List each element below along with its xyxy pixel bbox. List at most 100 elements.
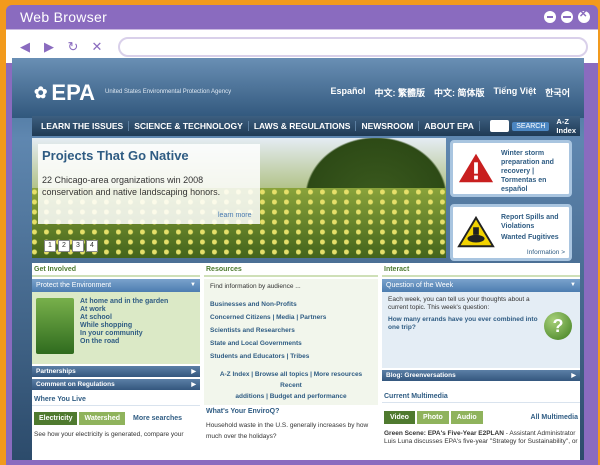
alert-link[interactable]: Winter storm preparation and recovery | [501,149,571,176]
resources-panel: Find information by audience ... Busines… [204,279,378,405]
section-heading: Where You Live [32,390,200,406]
search-button[interactable]: SEARCH [512,121,550,131]
pager-button[interactable]: 4 [86,240,98,252]
multimedia-tabs: Video Photo Audio All Multimedia [382,411,580,424]
more-searches-link[interactable]: More searches [133,415,182,422]
panel-title: Question of the Week [386,282,454,289]
list-item[interactable]: At home and in the garden [80,298,168,306]
close-button[interactable] [578,9,590,23]
main-menu: LEARN THE ISSUES SCIENCE & TECHNOLOGY LA… [32,116,580,136]
caption-title[interactable]: Green Scene: EPA's Five-Year E2PLAN [384,430,504,437]
list-item[interactable]: Businesses and Non-Profits [210,298,372,311]
menu-science-tech[interactable]: SCIENCE & TECHNOLOGY [129,121,249,131]
maximize-button[interactable] [561,11,573,23]
tab-electricity[interactable]: Electricity [34,412,78,425]
back-icon[interactable]: ◀ [16,38,34,56]
forward-icon[interactable]: ▶ [40,38,58,56]
panel-header[interactable]: Protect the Environment ▼ [32,279,200,292]
alert-link[interactable]: Wanted Fugitives [501,233,571,242]
epa-logo[interactable]: ✿ EPA [34,80,95,106]
chevron-right-icon: ▶ [571,373,576,379]
list-item[interactable]: Scientists and Researchers [210,324,372,337]
tab-audio[interactable]: Audio [450,411,483,424]
title-bar: Web Browser [6,5,598,29]
pager-button[interactable]: 3 [72,240,84,252]
lang-link[interactable]: 中文: 简体版 [434,86,485,99]
partnerships-bar[interactable]: Partnerships ▶ [32,366,200,377]
question-intro: Each week, you can tell us your thoughts… [388,296,530,311]
list-item[interactable]: On the road [80,338,168,346]
menu-laws-regs[interactable]: LAWS & REGULATIONS [249,121,357,131]
list-item[interactable]: Students and Educators | Tribes [210,350,372,363]
lang-link[interactable]: 한국어 [545,86,570,99]
list-item[interactable]: In your community [80,330,168,338]
hero-title[interactable]: Projects That Go Native [42,148,189,163]
chevron-right-icon: ▶ [191,369,196,375]
alert-text: Winter storm preparation and recovery | … [501,149,571,194]
chevron-down-icon: ▼ [190,282,196,288]
list-item[interactable]: At work [80,306,168,314]
question-mark-icon: ? [544,312,572,340]
audience-prompt: Find information by audience ... [210,283,301,290]
chevron-down-icon: ▼ [570,282,576,288]
comment-regulations-bar[interactable]: Comment on Regulations ▶ [32,379,200,390]
pager-button[interactable]: 1 [44,240,56,252]
hazard-icon [457,215,495,248]
alert-link[interactable]: Report Spills and Violations [501,213,571,231]
agency-name: United States Environmental Protection A… [105,89,232,95]
content-area: Get Involved Protect the Environment ▼ At… [32,263,580,460]
list-item[interactable]: State and Local Governments [210,337,372,350]
window-title: Web Browser [20,9,108,25]
site-search-input[interactable] [489,120,510,132]
footer-links[interactable]: additions | Budget and performance [210,391,372,402]
section-heading: Resources [204,263,378,277]
list-item[interactable]: While shopping [80,322,168,330]
where-you-live-tabs: Electricity Watershed More searches [32,412,200,425]
panel-header[interactable]: Question of the Week ▼ [382,279,580,292]
report-spills-alert[interactable]: Report Spills and Violations Wanted Fugi… [450,204,572,261]
information-link[interactable]: Information > [527,249,565,256]
bar-label: Comment on Regulations [36,381,115,388]
chevron-right-icon: ▶ [191,382,196,388]
list-item[interactable]: At school [80,314,168,322]
language-links: Español 中文: 繁體版 中文: 简体版 Tiếng Việt 한국어 [330,86,570,99]
question-link[interactable]: How many errands have you ever combined … [388,316,538,332]
lang-link[interactable]: Español [330,86,365,99]
lang-link[interactable]: Tiếng Việt [493,86,536,99]
stop-icon[interactable]: ✕ [88,38,106,56]
blog-bar[interactable]: Blog: Greenversations ▶ [382,370,580,381]
menu-learn-issues[interactable]: LEARN THE ISSUES [36,121,130,131]
enviroq-question: Household waste in the U.S. generally in… [206,422,369,440]
pager-button[interactable]: 2 [58,240,70,252]
alert-link[interactable]: Tormentas en español [501,176,571,194]
epa-flower-icon: ✿ [34,85,48,102]
all-multimedia-link[interactable]: All Multimedia [531,414,578,421]
list-item[interactable]: Concerned Citizens | Media | Partners [210,311,372,324]
warning-icon [458,153,494,183]
footer-links[interactable]: A-Z Index | Browse all topics | More res… [210,369,372,391]
protect-env-panel: At home and in the garden At work At sch… [32,292,200,364]
logo-text: EPA [51,80,96,105]
resources-footer: A-Z Index | Browse all topics | More res… [210,369,372,402]
child-photo [36,298,74,354]
hero-pager: 1 2 3 4 [44,240,98,252]
winter-storm-alert[interactable]: Winter storm preparation and recovery | … [450,140,572,197]
panel-title: Protect the Environment [36,282,112,289]
section-heading: Get Involved [32,263,200,277]
section-heading: Interact [382,263,580,277]
tab-video[interactable]: Video [384,411,415,424]
menu-about-epa[interactable]: ABOUT EPA [419,121,480,131]
learn-more-link[interactable]: learn more [218,212,251,219]
address-bar[interactable] [118,36,588,57]
section-heading: What's Your EnviroQ? [206,408,280,415]
bar-label: Partnerships [36,368,76,375]
az-index-link[interactable]: A-Z Index [556,117,576,135]
section-heading: Current Multimedia [382,387,580,403]
tab-photo[interactable]: Photo [416,411,449,424]
hero-banner: Projects That Go Native 22 Chicago-area … [32,138,446,258]
lang-link[interactable]: 中文: 繁體版 [374,86,425,99]
reload-icon[interactable]: ↻ [64,38,82,56]
minimize-button[interactable] [544,11,556,23]
menu-newsroom[interactable]: NEWSROOM [356,121,420,131]
tab-watershed[interactable]: Watershed [79,412,125,425]
